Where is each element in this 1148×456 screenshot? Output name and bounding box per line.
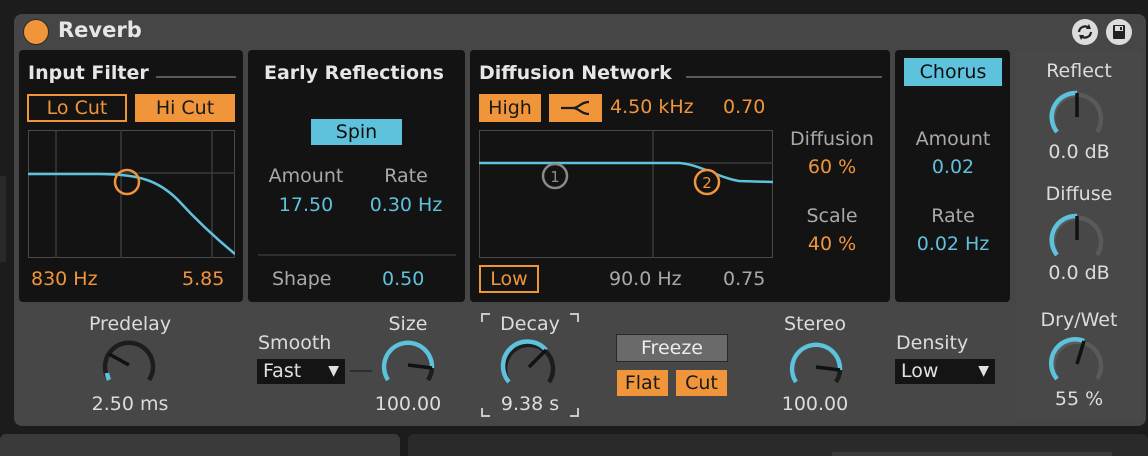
er-amount-label: Amount [268, 165, 344, 187]
input-filter-freq[interactable]: 830 Hz [31, 268, 98, 290]
predelay-knob[interactable] [98, 334, 160, 396]
density-select-value: Low [901, 360, 939, 382]
smooth-label: Smooth [258, 332, 332, 354]
diffuse-label: Diffuse [1045, 183, 1113, 205]
bottom-panel-left [0, 434, 400, 456]
stereo-label: Stereo [784, 313, 846, 335]
freeze-button[interactable]: Freeze [616, 334, 728, 362]
chorus-rate-value[interactable]: 0.02 Hz [900, 233, 1006, 255]
diffusion-network-title: Diffusion Network [479, 62, 672, 84]
high-freq-value[interactable]: 4.50 kHz [610, 96, 694, 118]
input-filter-title: Input Filter [28, 62, 149, 84]
size-label: Size [388, 313, 428, 335]
chorus-amount-value[interactable]: 0.02 [900, 156, 1006, 178]
predelay-label: Predelay [88, 313, 172, 335]
hot-swap-icon[interactable] [1072, 19, 1098, 45]
low-value[interactable]: 0.75 [723, 268, 765, 290]
size-value[interactable]: 100.00 [363, 393, 453, 415]
er-rate-label: Rate [384, 165, 428, 187]
reflect-label: Reflect [1046, 60, 1112, 82]
diffusion-label: Diffusion [790, 128, 874, 150]
size-knob[interactable] [377, 334, 439, 396]
er-shape-label: Shape [272, 268, 332, 290]
lo-cut-button[interactable]: Lo Cut [27, 94, 127, 122]
stereo-knob[interactable] [785, 336, 847, 398]
hi-cut-button[interactable]: Hi Cut [135, 94, 235, 122]
input-filter-width[interactable]: 5.85 [182, 268, 224, 290]
spin-button[interactable]: Spin [311, 119, 402, 145]
bottom-panel-field [832, 452, 1112, 456]
decay-label: Decay [500, 313, 560, 335]
device-title: Reverb [58, 18, 142, 42]
reflect-knob[interactable] [1046, 86, 1108, 148]
low-button[interactable]: Low [479, 265, 539, 293]
chorus-rate-label: Rate [931, 205, 975, 227]
chevron-down-icon: ▼ [328, 363, 339, 379]
er-divider [258, 254, 456, 256]
scale-label: Scale [806, 205, 858, 227]
title-divider [156, 76, 236, 78]
diffusion-network-graph[interactable]: 1 2 [479, 130, 773, 258]
high-shelf-filter-icon[interactable] [549, 94, 602, 122]
diffusion-handle-2-label: 2 [702, 174, 712, 192]
flat-button[interactable]: Flat [617, 370, 668, 396]
decay-knob[interactable] [498, 336, 560, 398]
scale-value[interactable]: 40 % [780, 233, 884, 255]
drywet-knob[interactable] [1046, 333, 1108, 395]
density-select[interactable]: Low ▼ [895, 359, 995, 384]
er-amount-value[interactable]: 17.50 [262, 194, 350, 216]
predelay-value[interactable]: 2.50 ms [70, 393, 190, 415]
device-power-button[interactable] [23, 19, 49, 45]
density-label: Density [896, 332, 969, 354]
chorus-button[interactable]: Chorus [904, 58, 1002, 86]
drywet-label: Dry/Wet [1040, 309, 1118, 331]
drywet-value[interactable]: 55 % [1016, 388, 1142, 410]
smooth-select-value: Fast [263, 360, 302, 382]
cut-button[interactable]: Cut [676, 370, 727, 396]
diffusion-value[interactable]: 60 % [780, 156, 884, 178]
left-edge-strip [0, 176, 6, 262]
chorus-amount-label: Amount [915, 128, 991, 150]
smooth-select[interactable]: Fast ▼ [257, 359, 345, 384]
save-preset-icon[interactable] [1106, 19, 1132, 45]
smooth-size-link [350, 370, 372, 372]
diffusion-handle-1-label: 1 [550, 168, 560, 186]
er-rate-value[interactable]: 0.30 Hz [364, 194, 448, 216]
reflect-value[interactable]: 0.0 dB [1016, 141, 1142, 163]
decay-value[interactable]: 9.38 s [485, 393, 575, 415]
high-button[interactable]: High [479, 94, 541, 122]
diffuse-value[interactable]: 0.0 dB [1016, 262, 1142, 284]
input-filter-graph[interactable] [28, 130, 235, 258]
stereo-value[interactable]: 100.00 [770, 393, 860, 415]
chevron-down-icon: ▼ [978, 363, 989, 379]
early-reflections-title: Early Reflections [264, 62, 444, 84]
er-shape-value[interactable]: 0.50 [382, 268, 424, 290]
low-freq-value[interactable]: 90.0 Hz [609, 268, 682, 290]
title-divider [686, 76, 882, 78]
high-value[interactable]: 0.70 [723, 96, 765, 118]
